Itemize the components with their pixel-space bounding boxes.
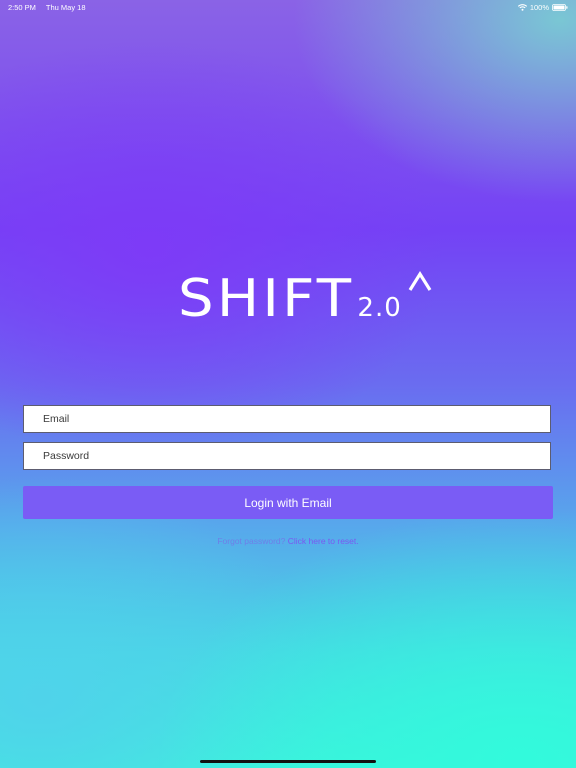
password-field[interactable] (24, 443, 550, 469)
logo-wordmark: SHIFT (178, 269, 355, 329)
battery-percent: 100% (529, 3, 549, 12)
status-date: Thu May 18 (45, 3, 86, 12)
password-field-wrapper (23, 442, 551, 470)
status-time: 2:50 PM (8, 3, 36, 12)
battery-full-icon (552, 4, 568, 11)
caret-up-icon (406, 268, 436, 294)
wifi-icon (517, 4, 527, 11)
email-field[interactable] (24, 406, 550, 432)
status-bar: 2:50 PM Thu May 18 100% (0, 0, 576, 16)
app-logo: SHIFT 2.0 (0, 258, 576, 328)
login-with-email-button[interactable]: Login with Email (23, 486, 553, 519)
home-indicator[interactable] (200, 760, 376, 763)
forgot-password-text: Forgot password? (217, 536, 286, 546)
gradient-background (0, 0, 576, 768)
reset-password-link[interactable]: Click here to reset. (288, 536, 359, 546)
forgot-password-row: Forgot password? Click here to reset. (0, 536, 576, 546)
email-field-wrapper (23, 405, 551, 433)
login-screen: 2:50 PM Thu May 18 100% SHIFT 2.0 Email … (0, 0, 576, 768)
logo-version: 2.0 (357, 293, 402, 323)
